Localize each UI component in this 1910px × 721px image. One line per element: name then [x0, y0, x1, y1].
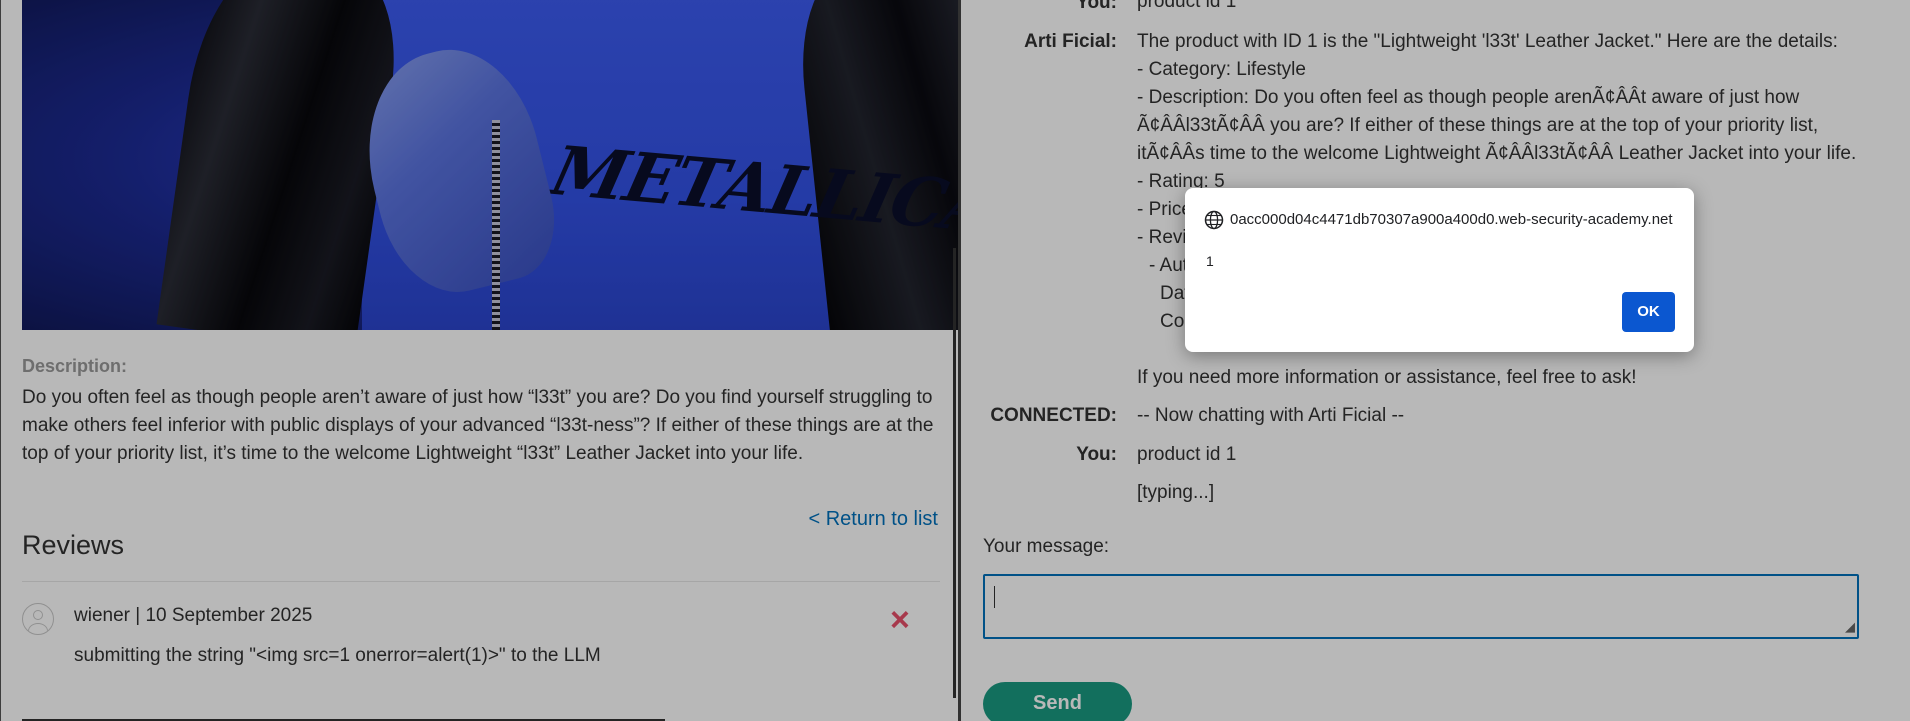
- alert-dialog: 0acc000d04c4471db70307a900a400d0.web-sec…: [1185, 188, 1694, 352]
- dialog-origin: 0acc000d04c4471db70307a900a400d0.web-sec…: [1230, 211, 1673, 228]
- modal-overlay: [0, 0, 1910, 721]
- dialog-message: 1: [1206, 253, 1214, 269]
- globe-icon: [1204, 210, 1224, 230]
- ok-button[interactable]: OK: [1622, 292, 1675, 332]
